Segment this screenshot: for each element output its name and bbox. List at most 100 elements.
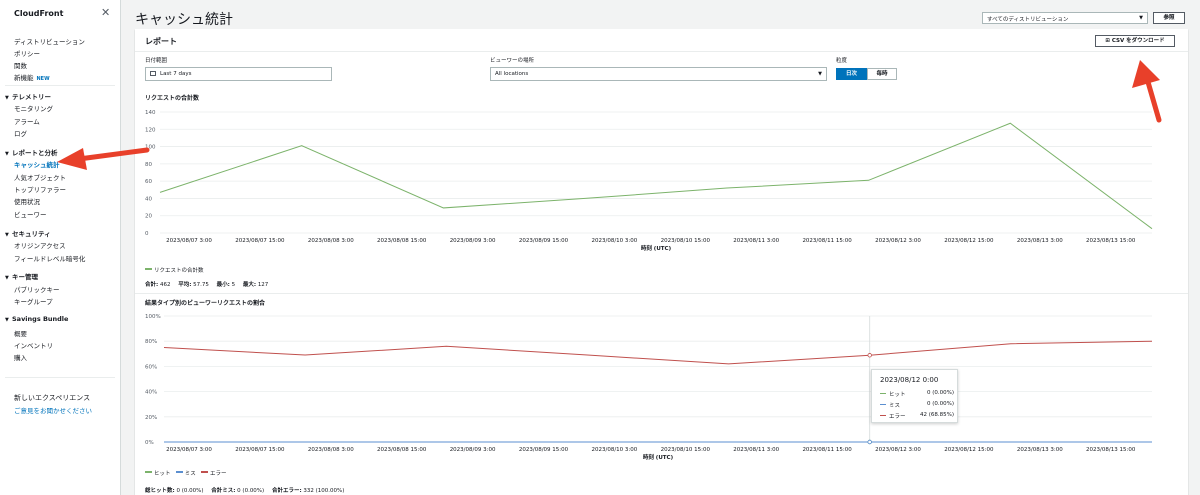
- sidebar-item-cache-statistics[interactable]: キャッシュ統計: [14, 159, 60, 169]
- y-tick-label: 0%: [145, 440, 154, 446]
- feedback-link[interactable]: ご意見をお聞かせください: [14, 405, 92, 415]
- tooltip-value: 42 (68.85%): [919, 412, 954, 418]
- sidebar-item-logs[interactable]: ログ: [14, 128, 27, 138]
- series-point: [867, 353, 872, 358]
- x-tick-label: 2023/08/11 3:00: [733, 447, 779, 453]
- annotation-arrow-up: [1132, 60, 1162, 123]
- legend-item-error[interactable]: エラー: [201, 471, 227, 477]
- legend-swatch: [880, 403, 886, 405]
- x-tick-label: 2023/08/08 15:00: [377, 447, 427, 453]
- legend-item-miss[interactable]: ミス: [175, 471, 196, 477]
- x-tick-label: 2023/08/12 15:00: [944, 447, 994, 453]
- distribution-select[interactable]: すべてのディストリビューション ▼: [982, 12, 1148, 24]
- section-label: キー管理: [12, 273, 38, 281]
- y-tick-label: 100%: [145, 314, 161, 320]
- sidebar-item-label: 新機能: [14, 74, 34, 82]
- tooltip-label: エラー: [889, 414, 906, 420]
- y-tick-label: 20%: [145, 415, 157, 421]
- sidebar-item-viewers[interactable]: ビューワー: [14, 209, 47, 219]
- legend-swatch: [880, 392, 886, 394]
- sidebar-item-key-groups[interactable]: キーグループ: [14, 296, 53, 306]
- ratio-line-chart: 0% 20% 40% 60% 80% 100% 2023/08/07 3:00 2023/08…: [145, 314, 1153, 461]
- stat-hits: 総ヒット数: 0 (0.00%): [145, 488, 204, 494]
- tooltip-label: ヒット: [889, 392, 906, 398]
- sidebar-section-security[interactable]: ▼ セキュリティ: [5, 228, 51, 238]
- x-tick-label: 2023/08/10 3:00: [591, 447, 637, 453]
- caret-down-icon: ▼: [5, 151, 9, 157]
- sidebar-item-whats-new[interactable]: 新機能 NEW: [14, 72, 50, 82]
- reference-button[interactable]: 参照: [1153, 12, 1185, 24]
- sidebar-item-origin-access[interactable]: オリジンアクセス: [14, 240, 66, 250]
- sidebar-item-top-referrers[interactable]: トップリファラー: [14, 184, 66, 194]
- section-label: レポートと分析: [12, 149, 58, 157]
- sidebar-item-distributions[interactable]: ディストリビューション: [14, 36, 85, 46]
- stat-errors: 合計エラー: 332 (100.00%): [271, 488, 345, 494]
- caret-down-icon: ▼: [5, 317, 9, 323]
- sidebar-item-public-keys[interactable]: パブリックキー: [14, 284, 60, 294]
- tooltip-value: 0 (0.00%): [926, 401, 954, 407]
- tooltip-row-hit: ヒット 0 (0.00%): [880, 390, 954, 398]
- legend-label: ミス: [184, 471, 196, 477]
- sidebar-section-savings-bundle[interactable]: ▼ Savings Bundle: [5, 315, 68, 323]
- sidebar-item-popular-objects[interactable]: 人気オブジェクト: [14, 172, 66, 182]
- x-tick-label: 2023/08/11 15:00: [802, 447, 852, 453]
- x-tick-label: 2023/08/07 3:00: [166, 447, 212, 453]
- sidebar-item-monitoring[interactable]: モニタリング: [14, 103, 53, 113]
- sidebar-section-telemetry[interactable]: ▼ テレメトリー: [5, 91, 51, 101]
- legend-item-hit[interactable]: ヒット: [145, 471, 171, 477]
- series-line: [163, 340, 1153, 365]
- legend-swatch: [201, 471, 209, 473]
- legend-swatch: [175, 471, 183, 473]
- caret-down-icon: ▼: [1139, 15, 1143, 21]
- new-experience-title: 新しいエクスペリエンス: [14, 394, 91, 402]
- close-icon[interactable]: ✕: [101, 6, 110, 19]
- x-tick-label: 2023/08/09 15:00: [519, 447, 569, 453]
- divider: [5, 377, 115, 378]
- y-tick-label: 80%: [145, 339, 157, 345]
- sidebar: CloudFront ✕ ディストリビューション ポリシー 関数 新機能 NEW …: [0, 0, 121, 495]
- sidebar-item-inventory[interactable]: インベントリ: [14, 340, 53, 350]
- section-label: テレメトリー: [12, 93, 51, 101]
- page-title: キャッシュ統計: [135, 12, 233, 28]
- section-label: Savings Bundle: [12, 315, 69, 323]
- caret-down-icon: ▼: [5, 232, 9, 238]
- new-badge: NEW: [36, 76, 50, 82]
- tooltip-row-error: エラー 42 (68.85%): [880, 412, 954, 420]
- caret-down-icon: ▼: [5, 275, 9, 281]
- stat-misses: 合計ミス: 0 (0.00%): [211, 488, 265, 494]
- chart-tooltip: 2023/08/12 0:00 ヒット 0 (0.00%) ミス 0 (0.00%)…: [871, 369, 958, 423]
- y-tick-label: 60%: [145, 364, 157, 370]
- x-axis-label: 時刻 (UTC): [643, 453, 674, 461]
- sidebar-item-functions[interactable]: 関数: [14, 60, 27, 70]
- ratio-stats: 総ヒット数: 0 (0.00%) 合計ミス: 0 (0.00%) 合計エラー: …: [145, 486, 350, 494]
- report-panel: レポート ⊞ CSV をダウンロード 日付範囲 Last 7 days ビューワ…: [135, 29, 1188, 495]
- legend-swatch: [145, 471, 152, 473]
- legend-label: エラー: [210, 471, 227, 477]
- sidebar-item-purchase[interactable]: 購入: [14, 352, 27, 362]
- annotation-arrow-left: [57, 147, 150, 170]
- x-tick-label: 2023/08/10 15:00: [661, 447, 711, 453]
- sidebar-title[interactable]: CloudFront: [14, 9, 63, 18]
- x-tick-label: 2023/08/13 15:00: [1086, 447, 1136, 453]
- y-tick-label: 40%: [145, 390, 157, 396]
- divider: [5, 85, 115, 86]
- sidebar-section-key-management[interactable]: ▼ キー管理: [5, 271, 38, 281]
- ratio-legend: ヒット ミス エラー: [145, 469, 227, 477]
- section-label: セキュリティ: [12, 230, 51, 238]
- sidebar-section-reports[interactable]: ▼ レポートと分析: [5, 147, 58, 157]
- sidebar-item-overview[interactable]: 概要: [14, 328, 27, 338]
- tooltip-row-miss: ミス 0 (0.00%): [880, 401, 954, 409]
- tooltip-label: ミス: [889, 403, 901, 409]
- legend-swatch: [880, 414, 886, 416]
- sidebar-item-usage[interactable]: 使用状況: [14, 196, 40, 206]
- sidebar-item-field-level-encryption[interactable]: フィールドレベル暗号化: [14, 253, 85, 263]
- sidebar-item-policies[interactable]: ポリシー: [14, 48, 40, 58]
- series-point: [867, 439, 872, 445]
- sidebar-item-alarms[interactable]: アラーム: [14, 116, 40, 126]
- legend-label: ヒット: [154, 471, 171, 477]
- distribution-select-value: すべてのディストリビューション: [987, 17, 1069, 23]
- x-tick-label: 2023/08/12 3:00: [875, 447, 921, 453]
- x-tick-label: 2023/08/07 15:00: [235, 447, 285, 453]
- tooltip-title: 2023/08/12 0:00: [880, 376, 939, 384]
- tooltip-value: 0 (0.00%): [926, 390, 954, 396]
